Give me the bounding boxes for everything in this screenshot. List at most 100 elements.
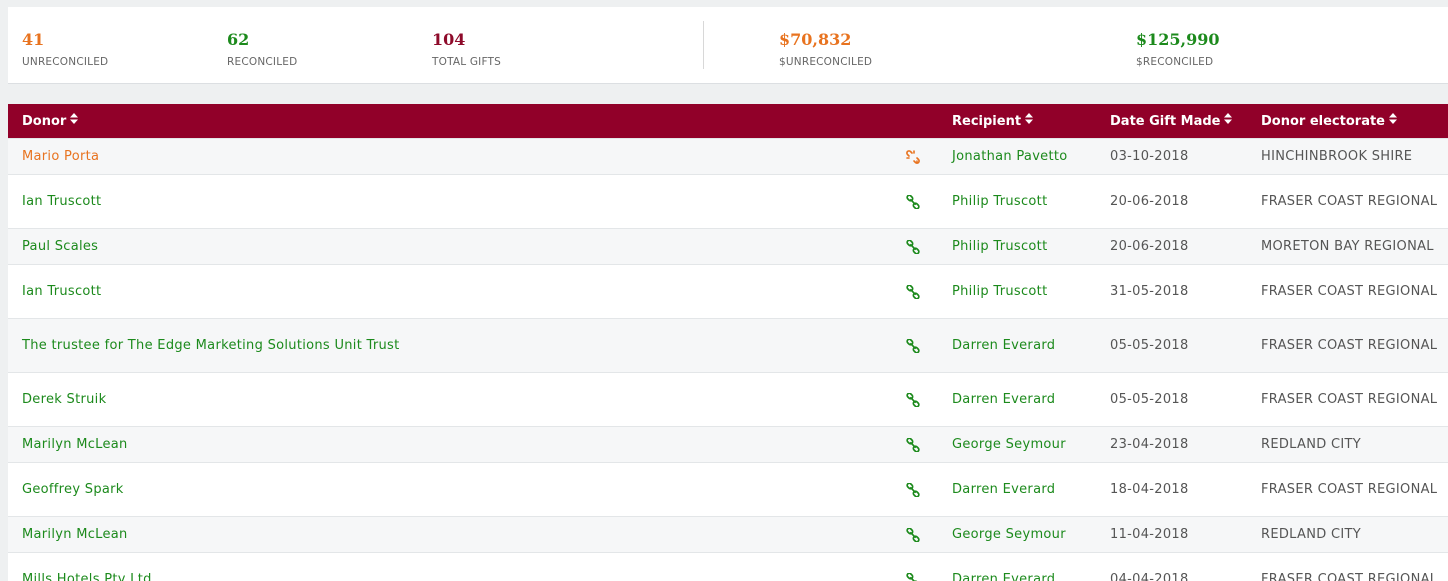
link-cell [888, 138, 938, 175]
table-row[interactable]: Geoffrey Spark Darren Everard 18-04-2018 FR… [8, 462, 1448, 517]
table-row[interactable]: Paul Scales Philip Truscott 20-06-2018 MORE… [8, 228, 1448, 265]
recipient-cell[interactable]: George Seymour [938, 426, 1096, 463]
stat-label: UNRECONCILED [22, 56, 109, 68]
recipient-link[interactable]: Philip Truscott [952, 239, 1047, 254]
date-cell: 20-06-2018 [1096, 228, 1247, 265]
donor-link[interactable]: Marilyn McLean [22, 437, 128, 452]
donor-cell[interactable]: The trustee for The Edge Marketing Solut… [8, 318, 888, 373]
recipient-cell[interactable]: Darren Everard [938, 318, 1096, 373]
link-cell [888, 318, 938, 373]
donor-cell[interactable]: Geoffrey Spark [8, 462, 888, 517]
electorate-cell: FRASER COAST REGIONAL [1247, 264, 1448, 319]
column-header-electorate[interactable]: Donor electorate [1247, 104, 1448, 139]
stat-reconciled: 62 RECONCILED [227, 30, 297, 68]
link-cell [888, 228, 938, 265]
donor-cell[interactable]: Marilyn McLean [8, 516, 888, 553]
recipient-link[interactable]: Darren Everard [952, 338, 1055, 353]
donor-link[interactable]: The trustee for The Edge Marketing Solut… [22, 338, 400, 353]
link-icon[interactable] [888, 284, 938, 299]
recipient-cell[interactable]: Darren Everard [938, 462, 1096, 517]
table-row[interactable]: Ian Truscott Philip Truscott 20-06-2018 FRA… [8, 174, 1448, 229]
donor-link[interactable]: Geoffrey Spark [22, 482, 124, 497]
table-row[interactable]: Marilyn McLean George Seymour 23-04-2018 RE… [8, 426, 1448, 463]
column-header-donor[interactable]: Donor [8, 104, 888, 139]
table-row[interactable]: Ian Truscott Philip Truscott 31-05-2018 FRA… [8, 264, 1448, 319]
donor-link[interactable]: Marilyn McLean [22, 527, 128, 542]
donor-cell[interactable]: Derek Struik [8, 372, 888, 427]
donor-cell[interactable]: Mills Hotels Pty Ltd [8, 552, 888, 581]
date-cell: 04-04-2018 [1096, 552, 1247, 581]
recipient-cell[interactable]: Philip Truscott [938, 174, 1096, 229]
link-icon[interactable] [888, 572, 938, 581]
recipient-link[interactable]: Darren Everard [952, 482, 1055, 497]
donor-cell[interactable]: Paul Scales [8, 228, 888, 265]
link-cell [888, 264, 938, 319]
table-row[interactable]: Marilyn McLean George Seymour 11-04-2018 RE… [8, 516, 1448, 553]
recipient-cell[interactable]: Darren Everard [938, 372, 1096, 427]
link-icon[interactable] [888, 194, 938, 209]
donor-cell[interactable]: Mario Porta [8, 138, 888, 175]
recipient-link[interactable]: George Seymour [952, 527, 1066, 542]
link-icon[interactable] [888, 527, 938, 542]
donor-link[interactable]: Ian Truscott [22, 194, 101, 209]
donor-link[interactable]: Derek Struik [22, 392, 106, 407]
donor-cell[interactable]: Ian Truscott [8, 174, 888, 229]
stat-value: 41 [22, 30, 45, 49]
recipient-link[interactable]: George Seymour [952, 437, 1066, 452]
electorate-cell: FRASER COAST REGIONAL [1247, 174, 1448, 229]
electorate-cell: MORETON BAY REGIONAL [1247, 228, 1448, 265]
stat-label: TOTAL GIFTS [432, 56, 502, 68]
donor-cell[interactable]: Ian Truscott [8, 264, 888, 319]
stat-unreconciled: 41 UNRECONCILED [22, 30, 108, 68]
column-header-recipient[interactable]: Recipient [938, 104, 1096, 139]
link-icon[interactable] [888, 482, 938, 497]
table-row[interactable]: Mario Porta Jonathan Pavetto 03-10-2018 HIN… [8, 138, 1448, 175]
link-cell [888, 462, 938, 517]
date-cell: 03-10-2018 [1096, 138, 1247, 175]
date-cell: 05-05-2018 [1096, 318, 1247, 373]
donor-link[interactable]: Ian Truscott [22, 284, 101, 299]
recipient-cell[interactable]: Jonathan Pavetto [938, 138, 1096, 175]
donor-link[interactable]: Mills Hotels Pty Ltd [22, 572, 152, 581]
donor-link[interactable]: Paul Scales [22, 239, 98, 254]
table-header-row: Donor Recipient Date Gift Made Donor ele… [8, 104, 1448, 139]
stat-amount-unreconciled: $70,832 $UNRECONCILED [779, 30, 872, 68]
gifts-table: Donor Recipient Date Gift Made Donor ele… [8, 104, 1448, 581]
date-cell: 20-06-2018 [1096, 174, 1247, 229]
date-cell: 31-05-2018 [1096, 264, 1247, 319]
link-icon[interactable] [888, 239, 938, 254]
table-row[interactable]: The trustee for The Edge Marketing Solut… [8, 318, 1448, 373]
recipient-cell[interactable]: Philip Truscott [938, 264, 1096, 319]
donor-cell[interactable]: Marilyn McLean [8, 426, 888, 463]
recipient-link[interactable]: Philip Truscott [952, 194, 1047, 209]
stats-divider [703, 21, 704, 69]
table-row[interactable]: Derek Struik Darren Everard 05-05-2018 FRAS… [8, 372, 1448, 427]
recipient-link[interactable]: Darren Everard [952, 392, 1055, 407]
sort-icon [1224, 112, 1233, 127]
summary-stats-bar: 41 UNRECONCILED 62 RECONCILED 104 TOTAL … [8, 7, 1448, 84]
sort-icon [1025, 112, 1034, 127]
stat-value: 62 [227, 30, 250, 49]
broken-link-icon[interactable] [888, 149, 938, 164]
link-cell [888, 552, 938, 581]
column-header-date[interactable]: Date Gift Made [1096, 104, 1247, 139]
electorate-cell: FRASER COAST REGIONAL [1247, 372, 1448, 427]
electorate-cell: FRASER COAST REGIONAL [1247, 462, 1448, 517]
recipient-cell[interactable]: Darren Everard [938, 552, 1096, 581]
recipient-link[interactable]: Jonathan Pavetto [952, 149, 1068, 164]
link-icon[interactable] [888, 392, 938, 407]
donor-link[interactable]: Mario Porta [22, 149, 99, 164]
link-icon[interactable] [888, 437, 938, 452]
link-icon[interactable] [888, 338, 938, 353]
recipient-cell[interactable]: George Seymour [938, 516, 1096, 553]
column-label: Donor electorate [1261, 113, 1386, 129]
stat-total-gifts: 104 TOTAL GIFTS [432, 30, 501, 68]
column-label: Date Gift Made [1110, 113, 1221, 129]
recipient-link[interactable]: Darren Everard [952, 572, 1055, 581]
table-row[interactable]: Mills Hotels Pty Ltd Darren Everard 04-04-… [8, 552, 1448, 581]
electorate-cell: REDLAND CITY [1247, 516, 1448, 553]
electorate-cell: FRASER COAST REGIONAL [1247, 552, 1448, 581]
recipient-link[interactable]: Philip Truscott [952, 284, 1047, 299]
stat-label: $UNRECONCILED [779, 56, 873, 68]
recipient-cell[interactable]: Philip Truscott [938, 228, 1096, 265]
